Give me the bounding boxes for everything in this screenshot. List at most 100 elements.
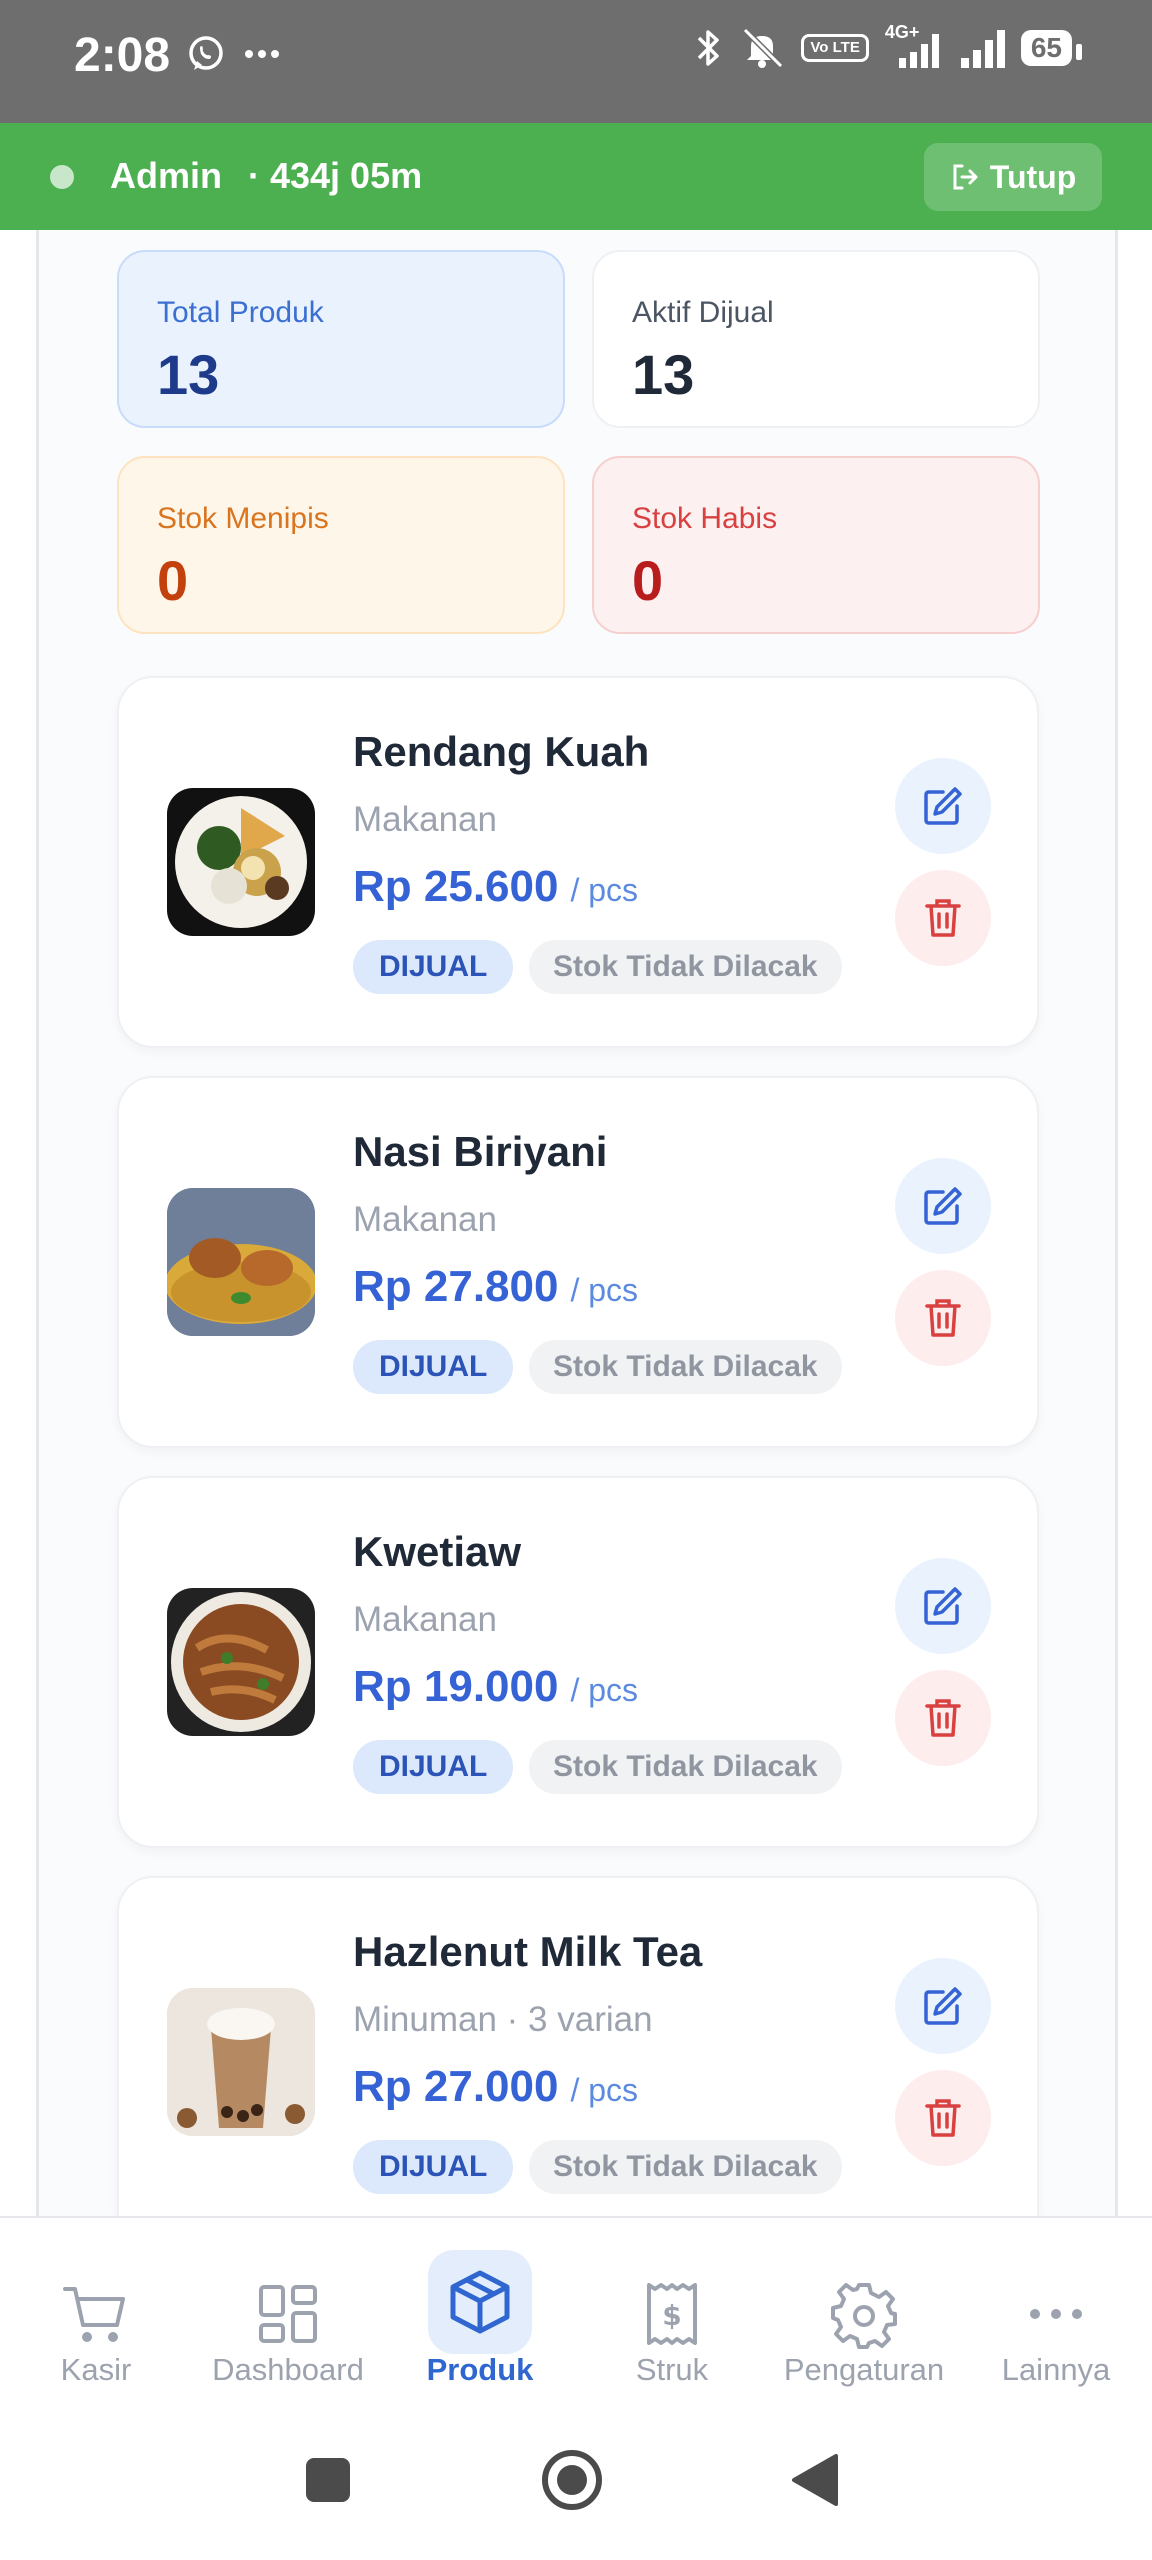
admin-name: Admin [110,155,222,196]
trash-icon [925,1699,961,1737]
status-badge: DIJUAL [353,940,514,994]
mute-bell-icon [743,27,784,69]
stock-badge: Stok Tidak Dilacak [529,940,842,994]
volte-badge: Vo LTE [801,34,869,62]
stock-badge: Stok Tidak Dilacak [529,1740,842,1794]
mobile-signal-4g-icon: 4G+ [885,22,943,70]
delete-product-button[interactable] [895,1670,991,1766]
product-price: Rp 27.800 / pcs [353,1262,638,1312]
recents-button[interactable] [304,2456,352,2504]
product-price: Rp 19.000 / pcs [353,1662,638,1712]
stat-value: 13 [632,343,695,406]
product-category: Makanan [353,800,497,839]
stock-badge: Stok Tidak Dilacak [529,2140,842,2194]
admin-session-bar: Admin · 434j 05m Tutup [0,123,1152,230]
logout-label: Tutup [989,158,1077,195]
delete-product-button[interactable] [895,1270,991,1366]
logout-button[interactable]: Tutup [924,143,1102,211]
stat-label: Aktif Dijual [632,296,774,329]
stat-value: 0 [157,549,189,612]
product-card[interactable]: Rendang Kuah Makanan Rp 25.600 / pcs DIJU… [117,676,1039,1048]
nav-label: Struk [635,2352,709,2387]
stat-label: Total Produk [157,296,324,329]
product-name: Hazlenut Milk Tea [353,1928,703,1975]
stat-value: 0 [632,549,664,612]
svg-text:$: $ [662,2299,681,2332]
product-category: Makanan [353,1200,497,1239]
stat-total-products: Total Produk 13 [117,250,565,428]
nav-label: Produk [426,2352,534,2387]
status-time: 2:08 [74,29,171,82]
nav-item-kasir[interactable]: Kasir [0,2218,192,2408]
nav-item-struk[interactable]: $ Struk [576,2218,768,2408]
price-value: Rp 27.000 [353,2062,559,2111]
price-value: Rp 27.800 [353,1262,559,1311]
delete-product-button[interactable] [895,2070,991,2166]
nav-label: Pengaturan [783,2352,945,2387]
dashboard-icon [236,2262,340,2366]
edit-icon [924,787,962,825]
trash-icon [925,1299,961,1337]
product-list-panel[interactable]: Total Produk 13 Aktif Dijual 13 Stok Men… [36,230,1118,2216]
price-value: Rp 25.600 [353,862,559,911]
nav-item-pengaturan[interactable]: Pengaturan [768,2218,960,2408]
status-badge: DIJUAL [353,1340,514,1394]
edit-icon [924,1987,962,2025]
gear-icon [812,2262,916,2366]
status-badge: DIJUAL [353,2140,514,2194]
more-dots-icon [245,50,279,58]
online-status-dot [50,165,74,189]
stat-low-stock: Stok Menipis 0 [117,456,565,634]
product-card[interactable]: Nasi Biriyani Makanan Rp 27.800 / pcs DIJ… [117,1076,1039,1448]
signal-icon [960,30,1005,68]
stock-badge: Stok Tidak Dilacak [529,1340,842,1394]
product-price: Rp 27.000 / pcs [353,2062,638,2112]
product-image [167,1988,315,2136]
edit-icon [924,1587,962,1625]
system-navigation-bar [0,2406,1152,2560]
back-button[interactable] [790,2452,840,2508]
price-value: Rp 19.000 [353,1662,559,1711]
stat-label: Stok Menipis [157,502,329,535]
cart-icon [44,2262,148,2366]
stat-active-selling: Aktif Dijual 13 [592,250,1040,428]
edit-product-button[interactable] [895,1958,991,2054]
status-badge: DIJUAL [353,1740,514,1794]
product-card[interactable]: Hazlenut Milk Tea Minuman · 3 varian Rp … [117,1876,1039,2216]
nav-item-dashboard[interactable]: Dashboard [192,2218,384,2408]
edit-product-button[interactable] [895,758,991,854]
price-unit: / pcs [570,1272,639,1308]
edit-icon [924,1187,962,1225]
product-price: Rp 25.600 / pcs [353,862,638,912]
price-unit: / pcs [570,872,639,908]
product-image [167,788,315,936]
edit-product-button[interactable] [895,1558,991,1654]
price-unit: / pcs [570,1672,639,1708]
product-image [167,1588,315,1736]
home-button[interactable] [540,2448,604,2512]
edit-product-button[interactable] [895,1158,991,1254]
bottom-navigation: Kasir Dashboard Produk $ Struk Pengatura… [0,2216,1152,2408]
price-unit: / pcs [570,2072,639,2108]
stat-value: 13 [157,343,220,406]
product-name: Nasi Biriyani [353,1128,608,1175]
logout-icon [953,164,978,190]
product-name: Kwetiaw [353,1528,522,1575]
nav-label: Lainnya [1001,2352,1111,2387]
box-icon [428,2250,532,2354]
nav-label: Kasir [60,2352,132,2387]
product-image [167,1188,315,1336]
session-duration: · 434j 05m [248,155,423,196]
nav-item-lainnya[interactable]: Lainnya [960,2218,1152,2408]
battery-indicator: 65 [1020,30,1083,66]
stat-label: Stok Habis [632,502,778,535]
trash-icon [925,899,961,937]
more-icon [1004,2262,1108,2366]
bluetooth-icon [698,30,720,66]
nav-item-produk[interactable]: Produk [384,2218,576,2408]
product-card[interactable]: Kwetiaw Makanan Rp 19.000 / pcs DIJUAL St… [117,1476,1039,1848]
stat-out-of-stock: Stok Habis 0 [592,456,1040,634]
receipt-icon: $ [620,2262,724,2366]
delete-product-button[interactable] [895,870,991,966]
system-status-bar: 2:08 Vo LTE 4G+ 65 [0,0,1152,123]
